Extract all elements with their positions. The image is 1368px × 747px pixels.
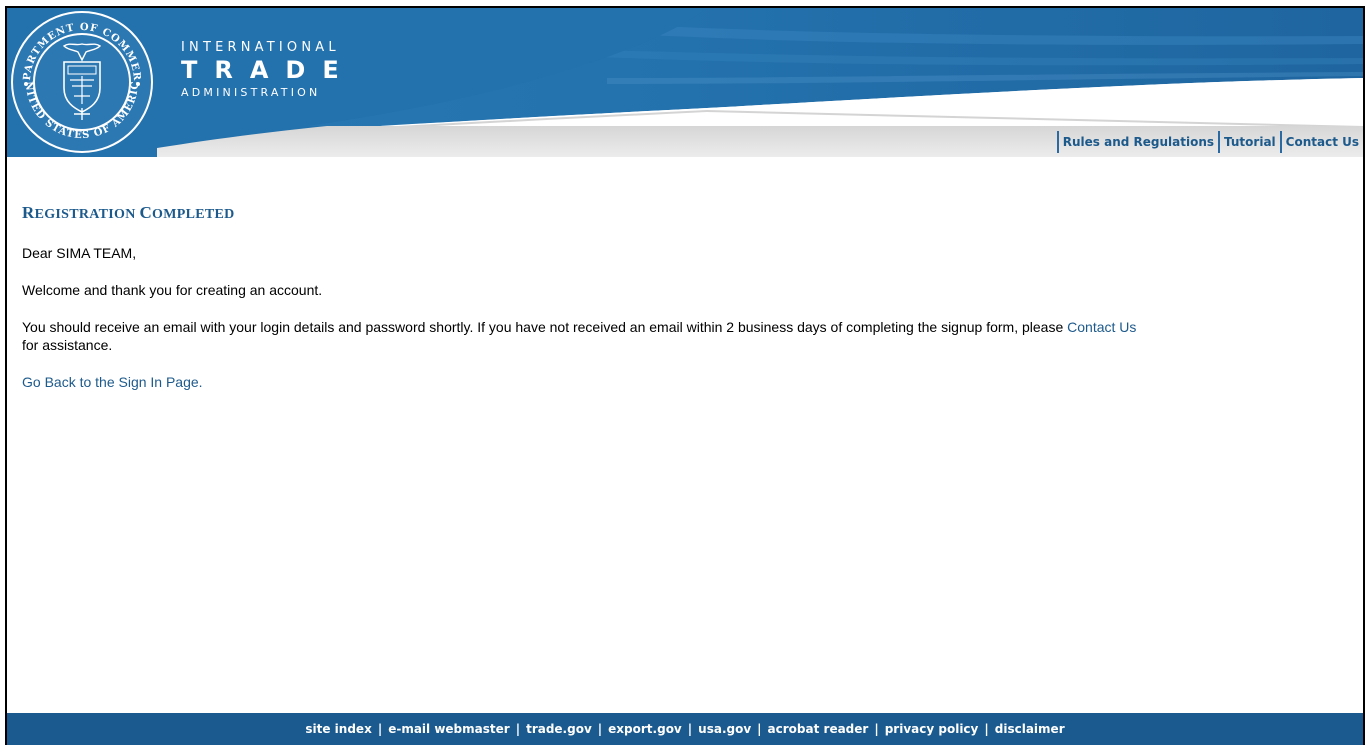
- contact-us-link[interactable]: Contact Us: [1067, 319, 1136, 335]
- main-content: REGISTRATION COMPLETED Dear SIMA TEAM, W…: [22, 202, 1142, 391]
- page-title: REGISTRATION COMPLETED: [22, 203, 235, 222]
- greeting-text: Dear SIMA TEAM,: [22, 245, 137, 261]
- footer-separator: |: [687, 722, 693, 736]
- footer-separator: |: [597, 722, 603, 736]
- sign-in-page-link[interactable]: Go Back to the Sign In Page: [22, 374, 199, 390]
- footer-disclaimer[interactable]: disclaimer: [995, 722, 1065, 736]
- footer-export-gov[interactable]: export.gov: [608, 722, 682, 736]
- footer-separator: |: [984, 722, 989, 736]
- footer-separator: |: [874, 722, 879, 736]
- seal-icon: DEPARTMENT OF COMMERCE UNITED STATES OF …: [7, 8, 153, 153]
- nav-rules-and-regulations[interactable]: Rules and Regulations: [1059, 131, 1218, 153]
- welcome-text: Welcome and thank you for creating an ac…: [22, 282, 323, 298]
- wordmark-international: INTERNATIONAL: [181, 40, 340, 55]
- nav-tutorial[interactable]: Tutorial: [1220, 131, 1280, 153]
- footer-site-index[interactable]: site index: [305, 722, 371, 736]
- footer-privacy-policy[interactable]: privacy policy: [885, 722, 979, 736]
- footer-acrobat-reader[interactable]: acrobat reader: [768, 722, 869, 736]
- department-seal: DEPARTMENT OF COMMERCE UNITED STATES OF …: [7, 8, 156, 156]
- footer-trade-gov[interactable]: trade.gov: [526, 722, 592, 736]
- wordmark-administration: ADMINISTRATION: [181, 86, 321, 99]
- footer-separator: |: [757, 722, 762, 736]
- footer-email-webmaster[interactable]: e-mail webmaster: [388, 722, 509, 736]
- ita-wordmark: INTERNATIONAL TRADE ADMINISTRATION: [181, 40, 356, 100]
- footer-separator: |: [515, 722, 521, 736]
- email-info-text: You should receive an email with your lo…: [22, 319, 1137, 353]
- page-frame: DEPARTMENT OF COMMERCE UNITED STATES OF …: [5, 6, 1365, 745]
- footer-separator: |: [377, 722, 383, 736]
- site-footer: site index | e-mail webmaster | trade.go…: [7, 713, 1363, 745]
- footer-usa-gov[interactable]: usa.gov: [698, 722, 751, 736]
- nav-contact-us[interactable]: Contact Us: [1282, 131, 1363, 153]
- wordmark-trade: TRADE: [181, 56, 356, 84]
- back-paragraph: Go Back to the Sign In Page.: [22, 374, 203, 390]
- top-nav: Rules and Regulations Tutorial Contact U…: [1056, 130, 1363, 154]
- site-header: DEPARTMENT OF COMMERCE UNITED STATES OF …: [7, 8, 1363, 157]
